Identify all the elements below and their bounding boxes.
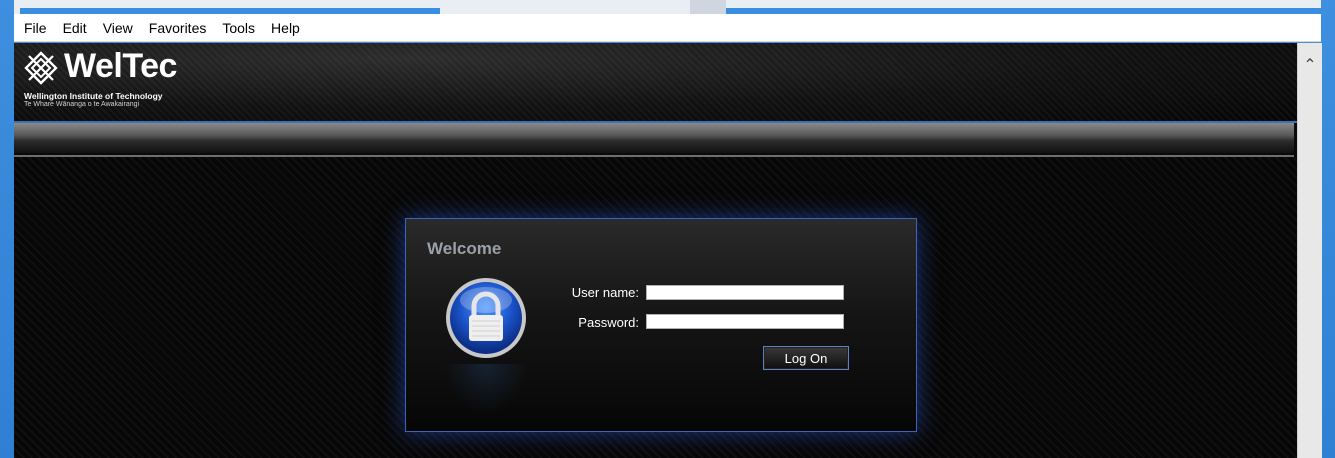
logon-button[interactable]: Log On (763, 346, 849, 370)
vertical-scrollbar[interactable]: ⌃ (1297, 43, 1322, 458)
menu-favorites[interactable]: Favorites (149, 20, 207, 36)
window-frame-right (1321, 0, 1335, 458)
menu-bar: File Edit View Favorites Tools Help (14, 14, 1321, 42)
tab-strip-divider (690, 0, 726, 14)
window-top-strip (0, 0, 1335, 14)
weltec-logo[interactable]: WelTec Wellington Institute of Technolog… (24, 47, 189, 117)
lock-icon (446, 278, 526, 358)
site-header: WelTec Wellington Institute of Technolog… (14, 43, 1297, 121)
username-input[interactable] (646, 285, 844, 300)
logo-maori-subtitle: Te Whare Wānanga o te Awakairangi (24, 101, 140, 108)
window-frame-left (0, 0, 14, 458)
login-panel: Welcome User name: Password: Log On (405, 218, 917, 432)
menu-file[interactable]: File (24, 20, 47, 36)
lock-reflection (444, 364, 528, 414)
weltec-emblem-icon (24, 51, 58, 85)
menu-edit[interactable]: Edit (63, 20, 87, 36)
menu-help[interactable]: Help (271, 20, 300, 36)
password-input[interactable] (646, 314, 844, 329)
scroll-up-arrow-icon[interactable]: ⌃ (1298, 43, 1322, 87)
navigation-bar (14, 123, 1294, 153)
page-viewport: WelTec Wellington Institute of Technolog… (14, 43, 1297, 458)
password-label: Password: (578, 315, 639, 330)
logo-name: WelTec (64, 47, 177, 85)
username-label: User name: (571, 285, 639, 300)
logo-subtitle: Wellington Institute of Technology (24, 91, 163, 101)
menu-view[interactable]: View (103, 20, 133, 36)
menu-tools[interactable]: Tools (222, 20, 255, 36)
welcome-title: Welcome (427, 239, 502, 258)
